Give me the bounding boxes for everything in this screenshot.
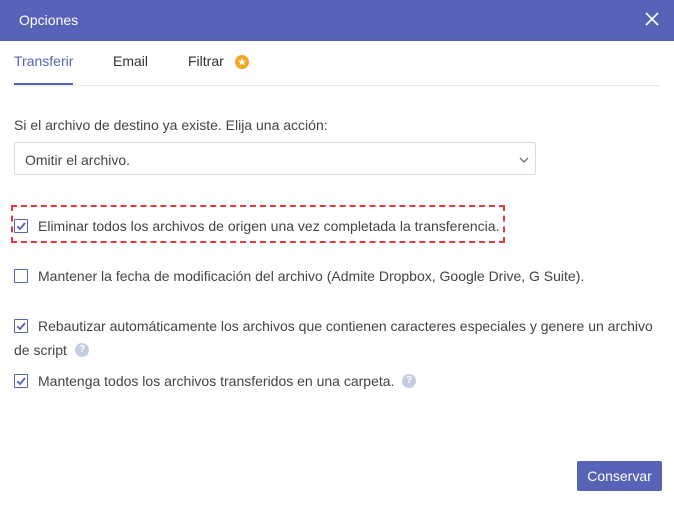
tab-email[interactable]: Email bbox=[113, 53, 148, 69]
rename-special-label-line2: de script bbox=[14, 342, 67, 358]
help-icon[interactable]: ? bbox=[75, 343, 89, 357]
keep-date-label: Mantener la fecha de modificación del ar… bbox=[38, 268, 585, 284]
checkmark-icon bbox=[16, 222, 26, 231]
help-icon[interactable]: ? bbox=[402, 374, 416, 388]
tab-filtrar[interactable]: Filtrar bbox=[188, 53, 224, 69]
tabs-divider bbox=[14, 85, 660, 86]
action-prompt: Si el archivo de destino ya existe. Elij… bbox=[14, 117, 328, 133]
checkmark-icon bbox=[16, 377, 26, 386]
keep-date-checkbox[interactable] bbox=[14, 269, 28, 283]
existing-file-action-select[interactable]: Omitir el archivo. bbox=[14, 142, 536, 175]
single-folder-checkbox[interactable] bbox=[14, 374, 28, 388]
star-icon bbox=[235, 55, 249, 69]
single-folder-label: Mantenga todos los archivos transferidos… bbox=[38, 373, 395, 389]
checkmark-icon bbox=[16, 322, 26, 331]
save-button[interactable]: Conservar bbox=[577, 461, 662, 491]
rename-special-label-line1: Rebautizar automáticamente los archivos … bbox=[38, 318, 653, 334]
delete-source-checkbox[interactable] bbox=[14, 219, 28, 233]
rename-special-checkbox[interactable] bbox=[14, 319, 28, 333]
delete-source-label: Eliminar todos los archivos de origen un… bbox=[38, 218, 500, 234]
dialog-titlebar: Opciones bbox=[0, 0, 674, 41]
select-value: Omitir el archivo. bbox=[25, 152, 131, 168]
close-icon[interactable] bbox=[641, 8, 663, 30]
chevron-down-icon bbox=[518, 153, 530, 165]
tab-transferir[interactable]: Transferir bbox=[14, 53, 73, 69]
dialog-title: Opciones bbox=[19, 12, 79, 28]
